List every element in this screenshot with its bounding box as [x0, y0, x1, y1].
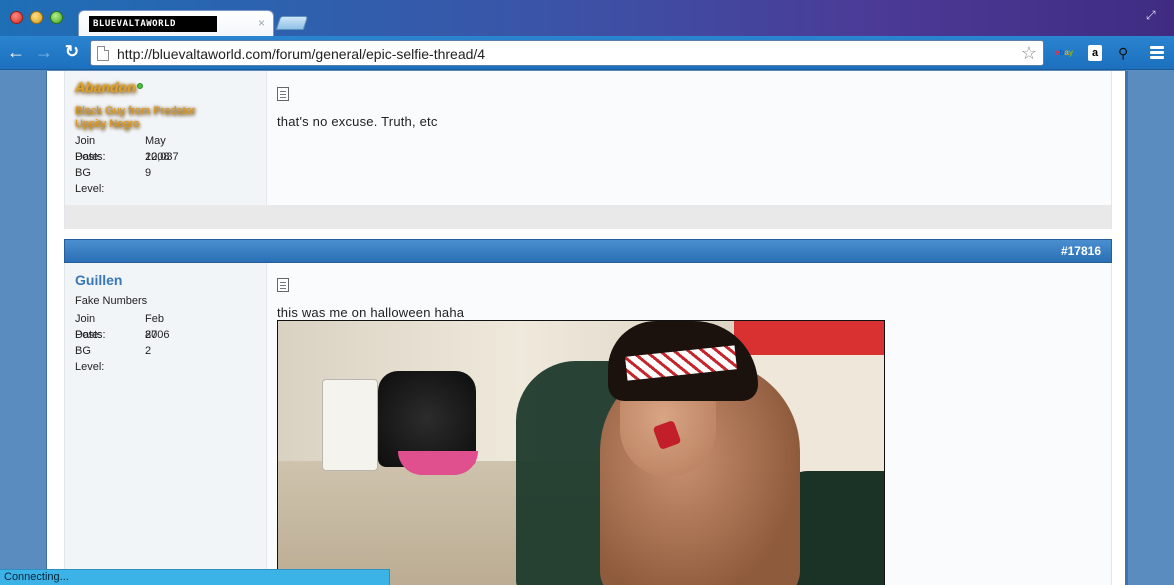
post-message: this was me on halloween haha [277, 305, 465, 320]
browser-menu-icon[interactable] [1150, 46, 1164, 60]
stat-value: 9 [145, 167, 152, 179]
zoom-window-button[interactable] [50, 11, 63, 24]
close-window-button[interactable] [10, 11, 23, 24]
browser-toolbar: ← → ↻ http://bluevaltaworld.com/forum/ge… [0, 36, 1174, 70]
user-info-pane: Abandon Black Guy from Predator Uppity N… [65, 71, 267, 205]
ebay-extension-icon[interactable]: ebay [1055, 45, 1077, 61]
post-content: that's no excuse. Truth, etc [267, 71, 1111, 205]
stat-value: 87 [145, 329, 158, 341]
post-photo[interactable] [277, 320, 885, 585]
new-tab-button[interactable] [275, 16, 309, 30]
post-document-icon [277, 87, 289, 101]
stat-label: Posts: [75, 151, 106, 163]
photo-pink-tub [398, 451, 478, 475]
photo-red-box [734, 321, 884, 355]
post-number-link[interactable]: #17816 [1061, 244, 1101, 258]
page-viewport: Abandon Black Guy from Predator Uppity N… [0, 71, 1174, 585]
restore-window-icon[interactable]: ⤢ [1146, 8, 1160, 22]
address-bar[interactable]: http://bluevaltaworld.com/forum/general/… [90, 40, 1044, 66]
stat-label: BG Level: [75, 167, 105, 195]
tool-extension-icon[interactable]: ⚲ [1118, 45, 1134, 61]
online-status-icon [137, 83, 143, 89]
post-document-icon [277, 278, 289, 292]
amazon-extension-icon[interactable]: a [1088, 45, 1102, 61]
ebay-letter-y: y [1068, 48, 1074, 57]
minimize-window-button[interactable] [30, 11, 43, 24]
window-titlebar: BLUEVALTAWORLD × ⤢ [0, 0, 1174, 36]
stat-value: 12,037 [145, 151, 179, 163]
bookmark-star-icon[interactable]: ☆ [1021, 42, 1037, 64]
stat-value: 2 [145, 345, 152, 357]
browser-tab[interactable]: BLUEVALTAWORLD × [78, 10, 274, 36]
post-message: that's no excuse. Truth, etc [277, 114, 438, 129]
stat-label: BG Level: [75, 345, 105, 373]
user-info-pane: Guillen Fake Numbers Join Date: Feb 2006… [65, 263, 267, 585]
post-header-bar: #17816 [64, 239, 1112, 263]
tab-title: BLUEVALTAWORLD [89, 16, 217, 32]
forward-arrow-icon[interactable]: → [34, 42, 54, 62]
photo-cooler [322, 379, 378, 471]
url-text[interactable]: http://bluevaltaworld.com/forum/general/… [117, 45, 485, 63]
forum-post: Abandon Black Guy from Predator Uppity N… [64, 71, 1112, 229]
user-title: Fake Numbers [75, 295, 148, 307]
post-username[interactable]: Abandon [75, 79, 136, 95]
post-username[interactable]: Guillen [75, 272, 122, 288]
user-title-line-2: Uppity Negro [75, 118, 140, 130]
tab-close-icon[interactable]: × [258, 16, 265, 30]
back-arrow-icon[interactable]: ← [6, 42, 26, 62]
user-title-line-1: Black Guy from Predator [75, 105, 196, 117]
reload-icon[interactable]: ↻ [62, 42, 82, 62]
forum-post: Guillen Fake Numbers Join Date: Feb 2006… [64, 263, 1112, 585]
post-content: this was me on halloween haha [267, 263, 1111, 585]
post-footer-bar [65, 205, 1111, 229]
page-icon [97, 46, 109, 61]
stat-label: Posts: [75, 329, 106, 341]
browser-status-bar: Connecting... [0, 569, 390, 585]
